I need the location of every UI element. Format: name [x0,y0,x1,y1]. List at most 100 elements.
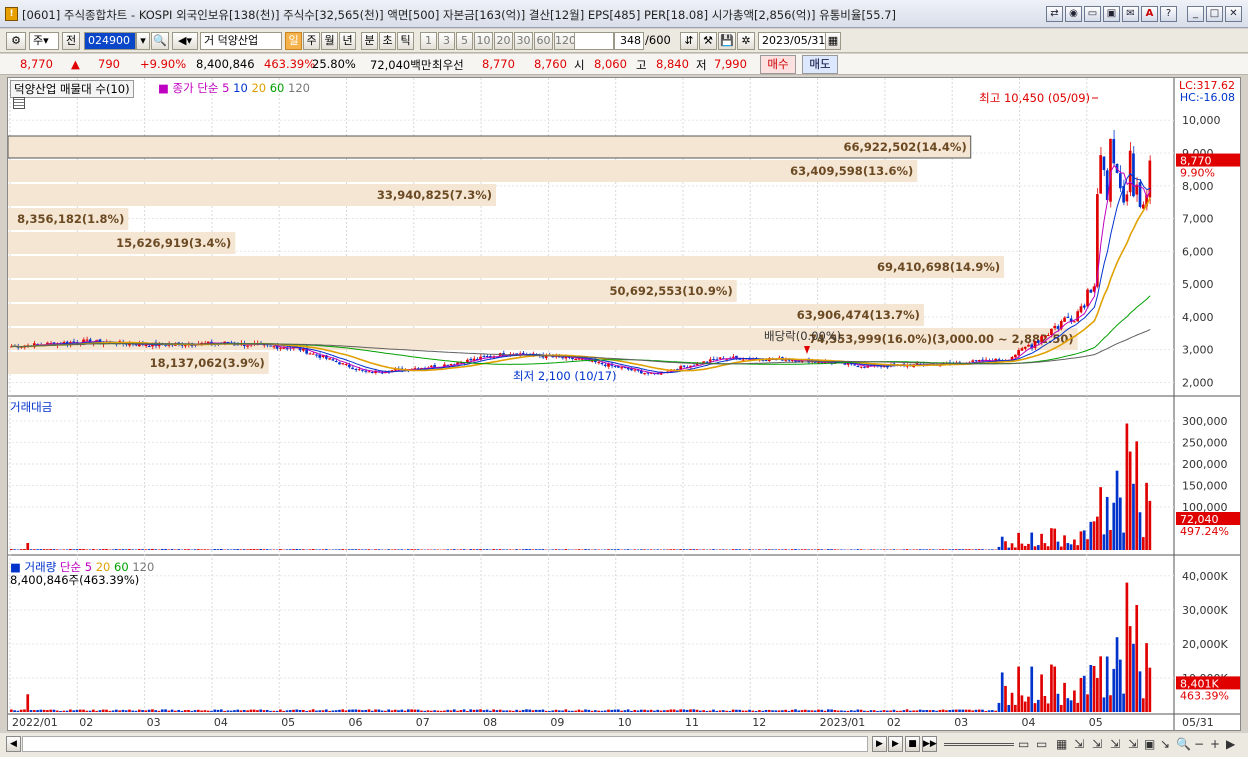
volume-bar [548,710,551,712]
buy-button[interactable]: 매수 [760,55,796,74]
interval-button[interactable]: 5 [456,32,473,50]
candle-view-icon[interactable]: ▭ [1036,737,1047,751]
date-input[interactable]: 2023/05/31 [758,32,826,50]
chart-area[interactable]: 2022/01 02 03 04 05 06 07 08 09 10 11 12 2023/01 02 03… [7,77,1241,731]
candle-body [429,365,433,367]
interval-button[interactable]: 30 [514,32,533,50]
minus-icon[interactable]: − [1194,737,1204,751]
count-input[interactable]: 348 [614,32,644,50]
search-icon[interactable]: 🔍 [151,32,169,50]
candle-body [364,370,368,372]
interval-input[interactable] [574,32,614,50]
save-icon[interactable]: 💾 [718,32,736,50]
table-view-icon[interactable]: ▦ [1056,737,1067,751]
period-button[interactable]: 월 [321,32,338,50]
link-icon[interactable]: ⇄ [1046,6,1063,22]
period-button[interactable]: 초 [379,32,396,50]
font-icon[interactable]: A [1141,6,1158,22]
period-button[interactable]: 일 [285,32,302,50]
volume-bar [977,709,981,712]
stock-name-field[interactable]: 거 덕양산업 [200,32,282,50]
fib-draw-icon[interactable]: ⇲ [1128,737,1138,751]
amount-bar [807,549,810,550]
chart-canvas[interactable]: 2022/01 02 03 04 05 06 07 08 09 10 11 12 2023/01 02 03… [8,78,1240,730]
tools-icon[interactable]: ⇵ [680,32,698,50]
fast-forward-icon[interactable]: ▶▶ [922,736,937,752]
amount-bar [397,549,400,550]
amount-bar [1050,528,1053,550]
window-icon[interactable]: ▭ [1084,6,1101,22]
volume-bar [1109,695,1112,712]
price-axis-label: 3,000 [1182,344,1214,357]
interval-button[interactable]: 10 [474,32,493,50]
screen-capture-icon[interactable]: ▣ [1144,737,1155,751]
search-zoom-icon[interactable]: 🔍 [1176,737,1191,751]
screen-icon[interactable]: ▣ [1103,6,1120,22]
chevron-down-icon[interactable]: ▾ [136,32,150,50]
amount-bar [1056,541,1060,550]
amount-bar [472,549,476,550]
candle-body [971,360,975,362]
zoom-out-icon[interactable]: ↘ [1160,737,1170,751]
trend-draw-icon[interactable]: ⇲ [1110,737,1120,751]
plus-icon[interactable]: + [1210,737,1220,751]
interval-button[interactable]: 20 [494,32,513,50]
volume-bar [961,709,965,712]
maximize-button[interactable]: □ [1206,6,1223,22]
step-back-icon[interactable]: ▶ [888,736,903,752]
grid-icon[interactable] [13,97,25,109]
amount-bar [400,549,404,550]
calendar-icon[interactable]: ▦ [825,32,841,50]
tool-icon[interactable]: ⚙ [6,32,26,50]
period-button[interactable]: 년 [339,32,356,50]
line-draw-icon[interactable]: ⇲ [1092,737,1102,751]
scroll-right-icon[interactable]: ▶ [872,736,887,752]
help-icon[interactable]: ? [1160,6,1177,22]
minimize-button[interactable]: _ [1187,6,1204,22]
stop-icon[interactable]: ■ [905,736,920,752]
zoom-slider[interactable] [944,743,1014,746]
interval-button[interactable]: 3 [438,32,455,50]
candle-body [643,373,646,375]
volume-bar [128,709,131,712]
volume-value: 8,400,846 [196,57,255,71]
stock-code-input[interactable]: 024900 [84,32,136,50]
market-select[interactable]: 주▾ [29,32,59,50]
chart-view-icon[interactable]: ▭ [1018,737,1029,751]
volume-profile-legend[interactable]: 덕양산업 매물대 수(10) [10,80,134,98]
period-button[interactable]: 틱 [397,32,414,50]
volume-bar [1046,703,1050,712]
amount-bar [55,549,59,550]
mail-icon[interactable]: ✉ [1122,6,1139,22]
sell-button[interactable]: 매도 [802,55,838,74]
amount-bar [302,549,305,550]
price-ma-legend[interactable]: ■ 종가 단순 5 10 20 60 120 [158,80,310,96]
close-button[interactable]: ✕ [1225,6,1242,22]
scroll-end-icon[interactable]: ▶ [1226,737,1235,751]
speaker-icon[interactable]: ◀▾ [172,32,198,50]
amount-title[interactable]: 거래대금 [10,399,52,415]
amount-bar [1063,535,1066,550]
amount-bar [1122,532,1125,550]
interval-button[interactable]: 60 [534,32,553,50]
settings-icon[interactable]: ✲ [737,32,755,50]
amount-bar [721,549,725,550]
interval-button[interactable]: 120 [554,32,576,50]
volume-bar [1141,698,1145,712]
volume-bar [1043,695,1047,712]
scroll-left-button[interactable]: ◀ [6,736,21,752]
period-button[interactable]: 주 [303,32,320,50]
interval-button[interactable]: 1 [420,32,437,50]
chart-tool-icon[interactable]: ⚒ [699,32,717,50]
period-button[interactable]: 분 [361,32,378,50]
volume-bar [902,710,906,712]
volume-bar [1013,704,1017,712]
candle-body [1013,354,1017,358]
amount-bar [236,549,240,550]
crosshair-icon[interactable]: ⇲ [1074,737,1084,751]
amount-bar [584,549,587,550]
candle-body [370,371,374,373]
prev-button[interactable]: 전 [62,32,80,50]
group-icon[interactable]: ◉ [1065,6,1082,22]
scroll-track[interactable] [22,736,868,752]
